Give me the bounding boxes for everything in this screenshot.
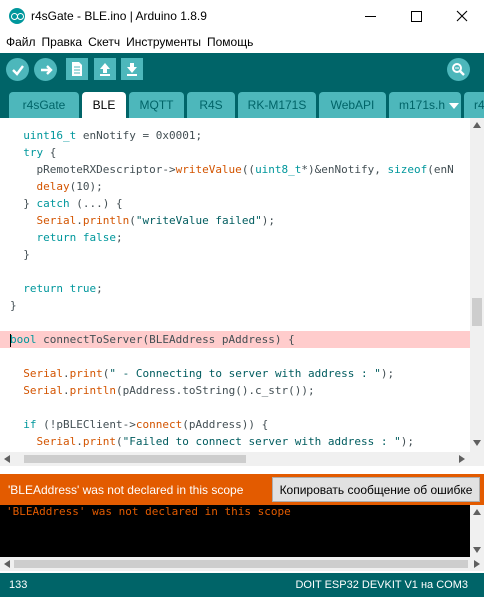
code-editor[interactable]: uint16_t enNotify = 0x0001; try { pRemot… <box>0 118 470 452</box>
menu-bar: Файл Правка Скетч Инструменты Помощь <box>0 32 484 52</box>
code-line: Serial.println(pAddress.toString().c_str… <box>23 384 315 397</box>
minimize-button[interactable] <box>347 0 393 32</box>
horizontal-scroll-thumb[interactable] <box>24 455 246 463</box>
code-line: delay(10); <box>36 180 103 193</box>
code-line: Serial.print(" - Connecting to server wi… <box>23 367 395 380</box>
upload-button[interactable] <box>34 58 57 81</box>
window-title: r4sGate - BLE.ino | Arduino 1.8.9 <box>31 9 207 23</box>
code-line: return true; <box>23 282 103 295</box>
toolbar <box>0 53 484 86</box>
scroll-down-icon[interactable] <box>473 547 481 553</box>
minimize-icon <box>364 15 376 17</box>
console-horizontal-scrollbar[interactable] <box>0 557 484 571</box>
error-message: 'BLEAddress' was not declared in this sc… <box>8 483 244 497</box>
verify-button[interactable] <box>6 58 29 81</box>
code-line: } <box>10 299 17 312</box>
tab-m171s-label: m171s.h <box>399 98 446 112</box>
menu-tools[interactable]: Инструменты <box>120 35 201 49</box>
console-scroll-thumb[interactable] <box>14 560 468 568</box>
tab-r4[interactable]: r4 <box>464 92 484 118</box>
save-icon <box>127 63 137 76</box>
menu-file[interactable]: Файл <box>0 35 36 49</box>
scroll-down-icon[interactable] <box>473 440 481 446</box>
code-line: } catch (...) { <box>10 197 123 210</box>
code-line-error: bool connectToServer(BLEAddress pAddress… <box>10 333 295 347</box>
save-button[interactable] <box>121 58 143 80</box>
tab-bar: r4sGate BLE MQTT R4S RK-M171S WebAPI m17… <box>0 86 484 118</box>
tab-rk-m171s[interactable]: RK-M171S <box>238 92 316 118</box>
code-line: if (!pBLEClient->connect(pAddress)) { <box>23 418 269 431</box>
new-button[interactable] <box>66 58 88 80</box>
tab-r4s[interactable]: R4S <box>187 92 235 118</box>
serial-monitor-icon <box>452 63 465 76</box>
scroll-left-icon[interactable] <box>4 560 10 568</box>
scroll-up-icon[interactable] <box>473 509 481 515</box>
code-line: } <box>10 248 30 261</box>
code-line: return false; <box>36 231 123 244</box>
close-button[interactable] <box>439 0 484 32</box>
code-line: pRemoteRXDescriptor->writeValue((uint8_t… <box>10 163 454 176</box>
code-line: Serial.println("writeValue failed"); <box>36 214 275 227</box>
title-bar: r4sGate - BLE.ino | Arduino 1.8.9 <box>0 0 484 32</box>
vertical-scroll-thumb[interactable] <box>472 298 482 326</box>
upload-icon <box>40 64 53 75</box>
code-line: try { <box>23 146 57 159</box>
editor-horizontal-scrollbar[interactable] <box>0 452 484 466</box>
code-line: Serial.print("Failed to connect server w… <box>36 435 415 448</box>
close-icon <box>456 10 468 22</box>
open-icon <box>100 63 110 76</box>
tab-ble[interactable]: BLE <box>82 92 126 118</box>
maximize-icon <box>410 10 422 22</box>
serial-monitor-button[interactable] <box>447 58 470 81</box>
console-vertical-scrollbar[interactable] <box>470 505 484 557</box>
scroll-right-icon[interactable] <box>474 560 480 568</box>
tab-mqtt[interactable]: MQTT <box>129 92 184 118</box>
scroll-up-icon[interactable] <box>473 122 481 128</box>
new-icon <box>72 62 82 76</box>
maximize-button[interactable] <box>393 0 439 32</box>
status-bar: 133 DOIT ESP32 DEVKIT V1 на COM3 <box>0 573 484 597</box>
console-output[interactable]: 'BLEAddress' was not declared in this sc… <box>0 505 470 557</box>
open-button[interactable] <box>94 58 116 80</box>
error-bar: 'BLEAddress' was not declared in this sc… <box>0 474 484 505</box>
menu-help[interactable]: Помощь <box>201 35 253 49</box>
tab-menu-button[interactable] <box>449 98 459 109</box>
line-number: 133 <box>9 579 28 591</box>
menu-edit[interactable]: Правка <box>36 35 83 49</box>
arduino-logo-icon <box>9 8 25 24</box>
tab-webapi[interactable]: WebAPI <box>319 92 386 118</box>
tab-r4sgate[interactable]: r4sGate <box>9 92 79 118</box>
console-error-line: 'BLEAddress' was not declared in this sc… <box>6 505 291 518</box>
scroll-left-icon[interactable] <box>4 455 10 463</box>
code-line: uint16_t enNotify = 0x0001; <box>23 129 203 142</box>
chevron-down-icon <box>449 103 459 109</box>
board-port: DOIT ESP32 DEVKIT V1 на COM3 <box>295 579 468 591</box>
scroll-right-icon[interactable] <box>459 455 465 463</box>
menu-sketch[interactable]: Скетч <box>82 35 120 49</box>
copy-error-button[interactable]: Копировать сообщение об ошибке <box>272 477 480 502</box>
verify-icon <box>11 64 24 76</box>
editor-vertical-scrollbar[interactable] <box>470 118 484 452</box>
